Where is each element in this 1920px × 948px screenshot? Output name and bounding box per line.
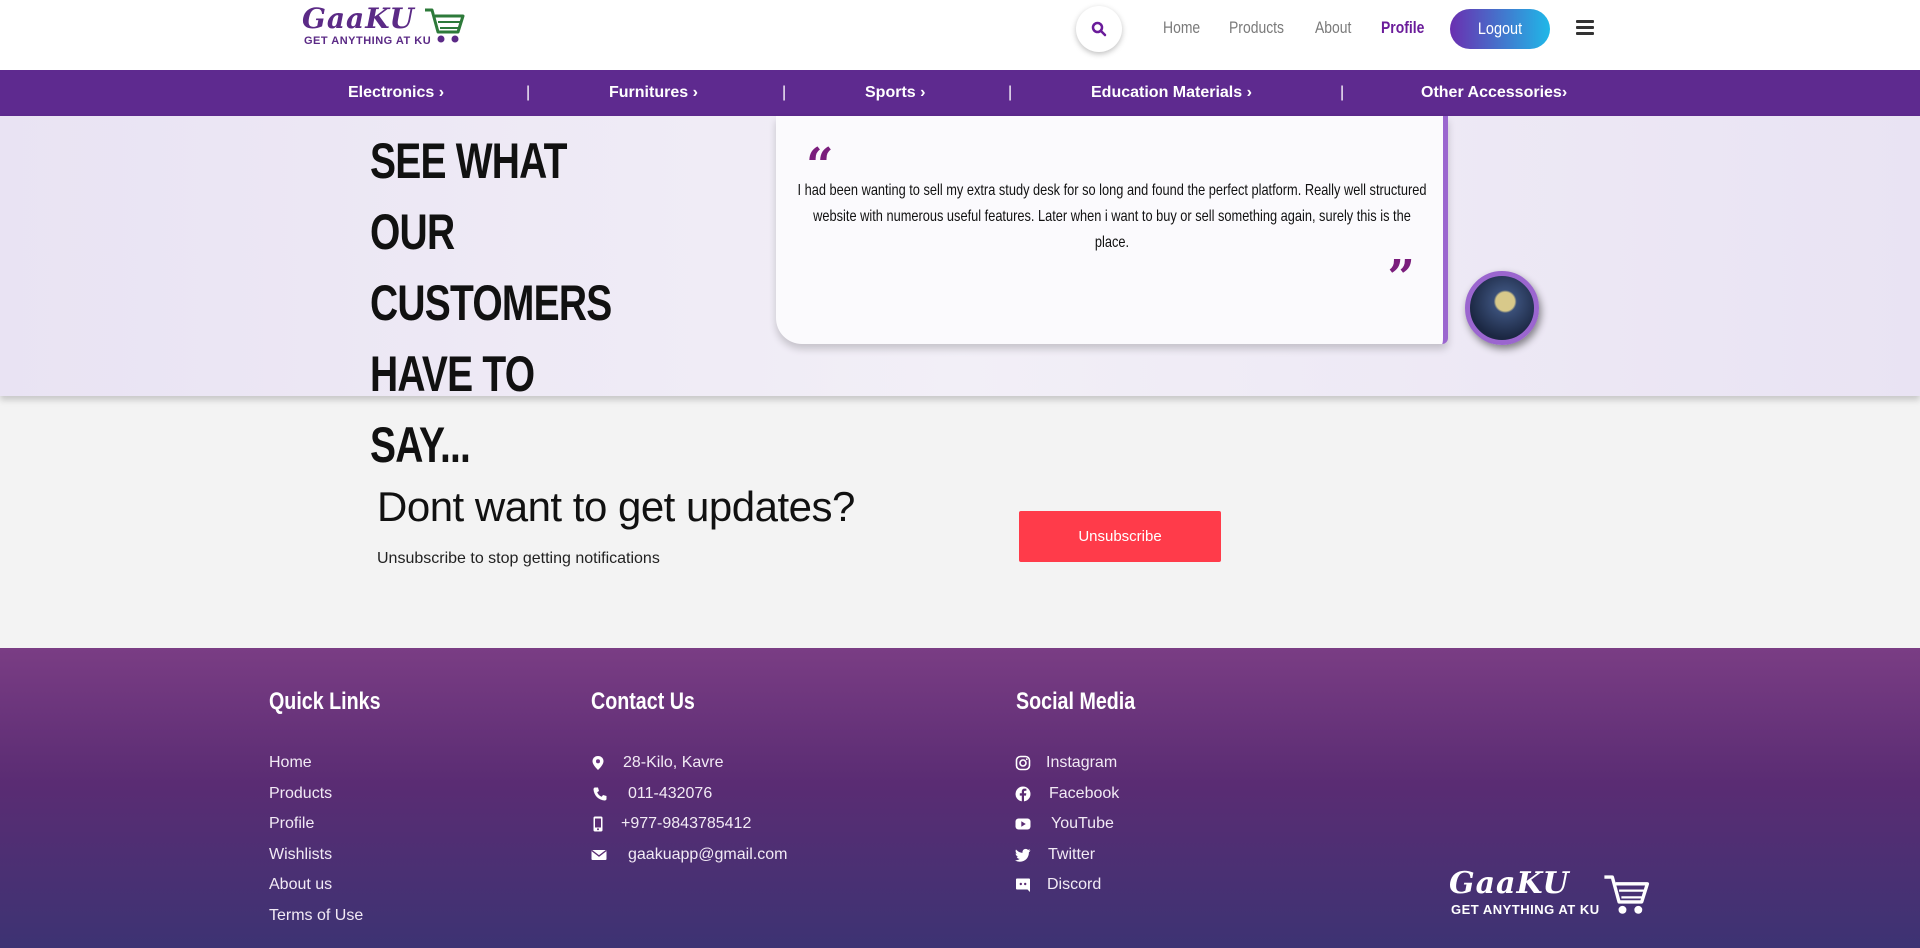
instagram-icon [1015,755,1031,771]
testimonial-section: SEE WHAT OUR CUSTOMERS HAVE TO SAY... “ … [0,116,1920,473]
footer-link-about-us[interactable]: About us [269,876,332,894]
category-other-accessories[interactable]: Other Accessories› [1421,70,1567,116]
category-separator: | [782,84,787,101]
social-media-heading: Social Media [1016,688,1136,715]
contact-mobile[interactable]: +977-9843785412 [621,815,751,833]
hamburger-menu-icon[interactable] [1576,20,1594,38]
testimonial-heading: SEE WHAT OUR CUSTOMERS HAVE TO SAY... [370,126,612,481]
footer-link-home[interactable]: Home [269,754,312,772]
category-education-materials[interactable]: Education Materials › [1091,70,1252,116]
social-twitter[interactable]: Twitter [1048,846,1095,864]
envelope-icon [591,849,607,860]
quick-links-heading: Quick Links [269,688,381,715]
footer-link-profile[interactable]: Profile [269,815,314,833]
category-electronics[interactable]: Electronics › [348,70,444,116]
logout-button[interactable]: Logout [1450,9,1550,49]
facebook-icon [1015,786,1031,802]
unsubscribe-title: Dont want to get updates? [377,483,855,530]
close-quote-icon: ” [1387,250,1415,306]
category-separator: | [1008,84,1013,101]
testimonial-quote: I had been wanting to sell my extra stud… [797,182,1427,251]
testimonial-card: “ I had been wanting to sell my extra st… [776,116,1448,344]
heading-line: SEE WHAT OUR [370,133,567,260]
contact-phone[interactable]: 011-432076 [628,785,712,803]
nav-products[interactable]: Products [1229,18,1284,38]
logout-label: Logout [1477,19,1523,38]
discord-icon [1016,878,1030,892]
social-youtube[interactable]: YouTube [1051,815,1114,833]
phone-icon [593,787,607,801]
category-separator: | [1340,84,1345,101]
customer-avatar [1465,271,1539,345]
nav-profile[interactable]: Profile [1381,18,1424,38]
contact-address: 28-Kilo, Kavre [623,754,724,771]
footer-logo[interactable]: GaaKU GET ANYTHING AT KU [1449,866,1659,926]
category-separator: | [526,84,531,101]
heading-line: CUSTOMERS [370,275,612,331]
search-button[interactable] [1076,6,1122,52]
contact-us-heading: Contact Us [591,688,695,715]
logo-tagline: GET ANYTHING AT KU [304,35,432,47]
category-bar: Electronics › | Furnitures › | Sports › … [0,70,1920,116]
youtube-icon [1015,818,1031,830]
social-facebook[interactable]: Facebook [1049,785,1119,803]
unsubscribe-button[interactable]: Unsubscribe [1019,511,1221,562]
site-footer: Quick Links Home Products Profile Wishli… [0,648,1920,948]
search-icon [1091,21,1107,37]
site-header: GaaKU GET ANYTHING AT KU Home Products A… [0,0,1920,70]
footer-link-products[interactable]: Products [269,785,332,803]
heading-line: HAVE TO SAY... [370,346,535,473]
footer-link-wishlists[interactable]: Wishlists [269,846,332,864]
social-instagram[interactable]: Instagram [1046,754,1117,772]
shopping-cart-icon [1604,875,1650,914]
social-discord[interactable]: Discord [1047,876,1101,894]
nav-home[interactable]: Home [1163,18,1200,38]
logo-wordmark: GaaKU [302,2,415,35]
shopping-cart-icon [425,8,465,43]
contact-email[interactable]: gaakuapp@gmail.com [628,846,787,864]
map-pin-icon [592,756,604,770]
footer-logo-wordmark: GaaKU [1449,866,1570,901]
unsubscribe-subtitle: Unsubscribe to stop getting notification… [377,550,660,567]
footer-logo-tagline: GET ANYTHING AT KU [1451,902,1600,917]
category-sports[interactable]: Sports › [865,70,925,116]
mobile-icon [593,816,603,832]
nav-about[interactable]: About [1315,18,1351,38]
twitter-icon [1015,848,1031,862]
footer-link-terms-of-use[interactable]: Terms of Use [269,907,363,925]
category-furnitures[interactable]: Furnitures › [609,70,698,116]
site-logo[interactable]: GaaKU GET ANYTHING AT KU [302,2,468,52]
